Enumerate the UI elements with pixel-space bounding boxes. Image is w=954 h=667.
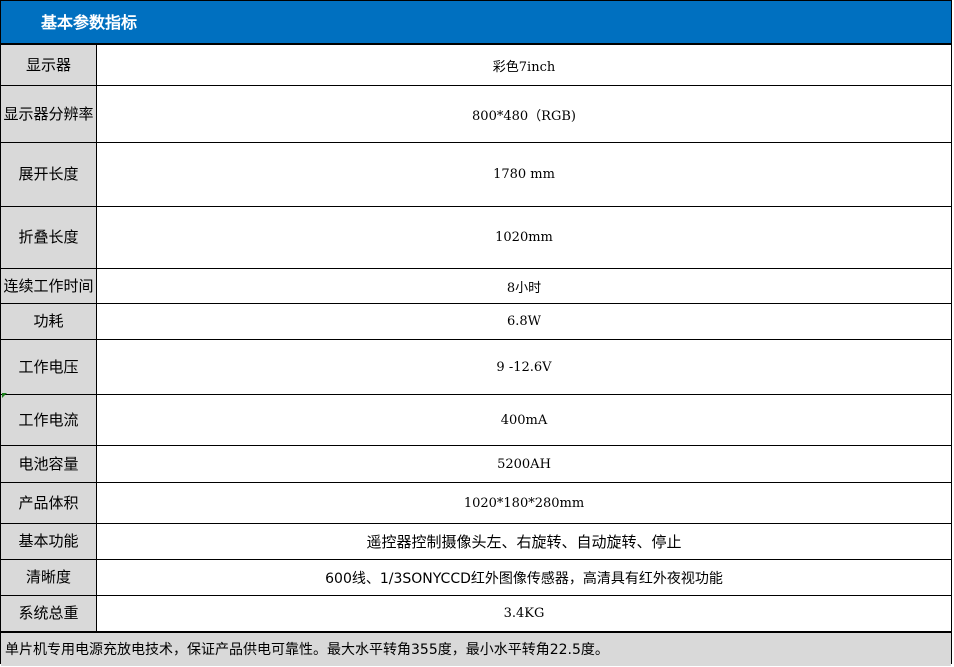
row-value-weight: 3.4KG — [96, 595, 951, 632]
table-row: 工作电压 9 -12.6V — [1, 339, 951, 395]
table-row: 功耗 6.8W — [1, 303, 951, 340]
footer-note: 单片机专用电源充放电技术，保证产品供电可靠性。最大水平转角355度，最小水平转角… — [1, 632, 951, 666]
row-label-folded-length: 折叠长度 — [1, 206, 97, 269]
row-value-folded-length: 1020mm — [96, 206, 951, 269]
row-value-volume: 1020*180*280mm — [96, 482, 951, 524]
spec-title: 基本参数指标 — [1, 1, 951, 44]
table-row: 折叠长度 1020mm — [1, 206, 951, 269]
row-label-current: 工作电流 — [1, 394, 97, 446]
row-value-clarity: 600线、1/3SONYCCD红外图像传感器，高清具有红外夜视功能 — [96, 559, 951, 596]
table-row: 基本功能 遥控器控制摄像头左、右旋转、自动旋转、停止 — [1, 523, 951, 560]
row-label-power: 功耗 — [1, 303, 97, 340]
table-row: 工作电流 400mA — [1, 394, 951, 446]
table-row: 显示器分辨率 800*480（RGB) — [1, 85, 951, 143]
comment-marker — [2, 393, 7, 398]
row-label-resolution: 显示器分辨率 — [1, 85, 97, 143]
table-row: 显示器 彩色7inch — [1, 44, 951, 86]
row-value-unfolded-length: 1780 mm — [96, 142, 951, 207]
row-value-power: 6.8W — [96, 303, 951, 340]
table-row: 展开长度 1780 mm — [1, 142, 951, 207]
table-row: 系统总重 3.4KG — [1, 595, 951, 632]
row-label-voltage: 工作电压 — [1, 339, 97, 395]
table-row: 连续工作时间 8小时 — [1, 268, 951, 304]
row-value-display: 彩色7inch — [96, 44, 951, 86]
row-label-weight: 系统总重 — [1, 595, 97, 632]
spec-table: 显示器 彩色7inch 显示器分辨率 800*480（RGB) 展开长度 178… — [1, 44, 951, 632]
row-label-display: 显示器 — [1, 44, 97, 86]
row-value-functions: 遥控器控制摄像头左、右旋转、自动旋转、停止 — [96, 523, 951, 560]
row-label-volume: 产品体积 — [1, 482, 97, 524]
row-label-battery: 电池容量 — [1, 445, 97, 483]
row-value-resolution: 800*480（RGB) — [96, 85, 951, 143]
spec-sheet: 基本参数指标 显示器 彩色7inch 显示器分辨率 800*480（RGB) 展… — [0, 0, 952, 666]
row-value-battery: 5200AH — [96, 445, 951, 483]
table-row: 产品体积 1020*180*280mm — [1, 482, 951, 524]
row-label-clarity: 清晰度 — [1, 559, 97, 596]
table-row: 电池容量 5200AH — [1, 445, 951, 483]
table-row: 清晰度 600线、1/3SONYCCD红外图像传感器，高清具有红外夜视功能 — [1, 559, 951, 596]
row-label-functions: 基本功能 — [1, 523, 97, 560]
row-label-unfolded-length: 展开长度 — [1, 142, 97, 207]
row-value-voltage: 9 -12.6V — [96, 339, 951, 395]
row-label-work-time: 连续工作时间 — [1, 268, 97, 304]
row-value-current: 400mA — [96, 394, 951, 446]
row-value-work-time: 8小时 — [96, 268, 951, 304]
